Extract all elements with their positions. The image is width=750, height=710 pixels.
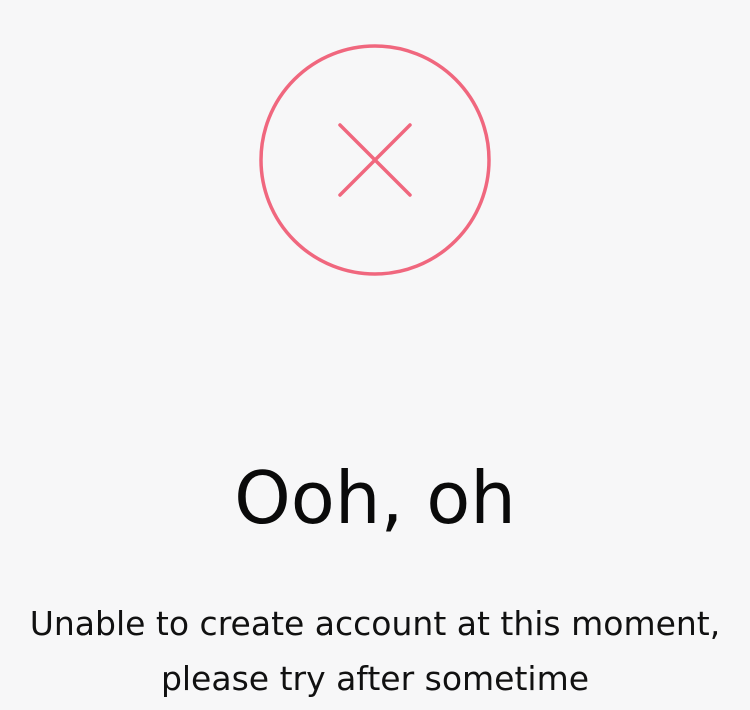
close-icon <box>259 44 491 276</box>
error-screen: Ooh, oh Unable to create account at this… <box>0 0 750 710</box>
error-title: Ooh, oh <box>234 456 516 540</box>
error-circle-icon <box>258 43 492 277</box>
error-message: Unable to create account at this moment,… <box>29 604 721 698</box>
